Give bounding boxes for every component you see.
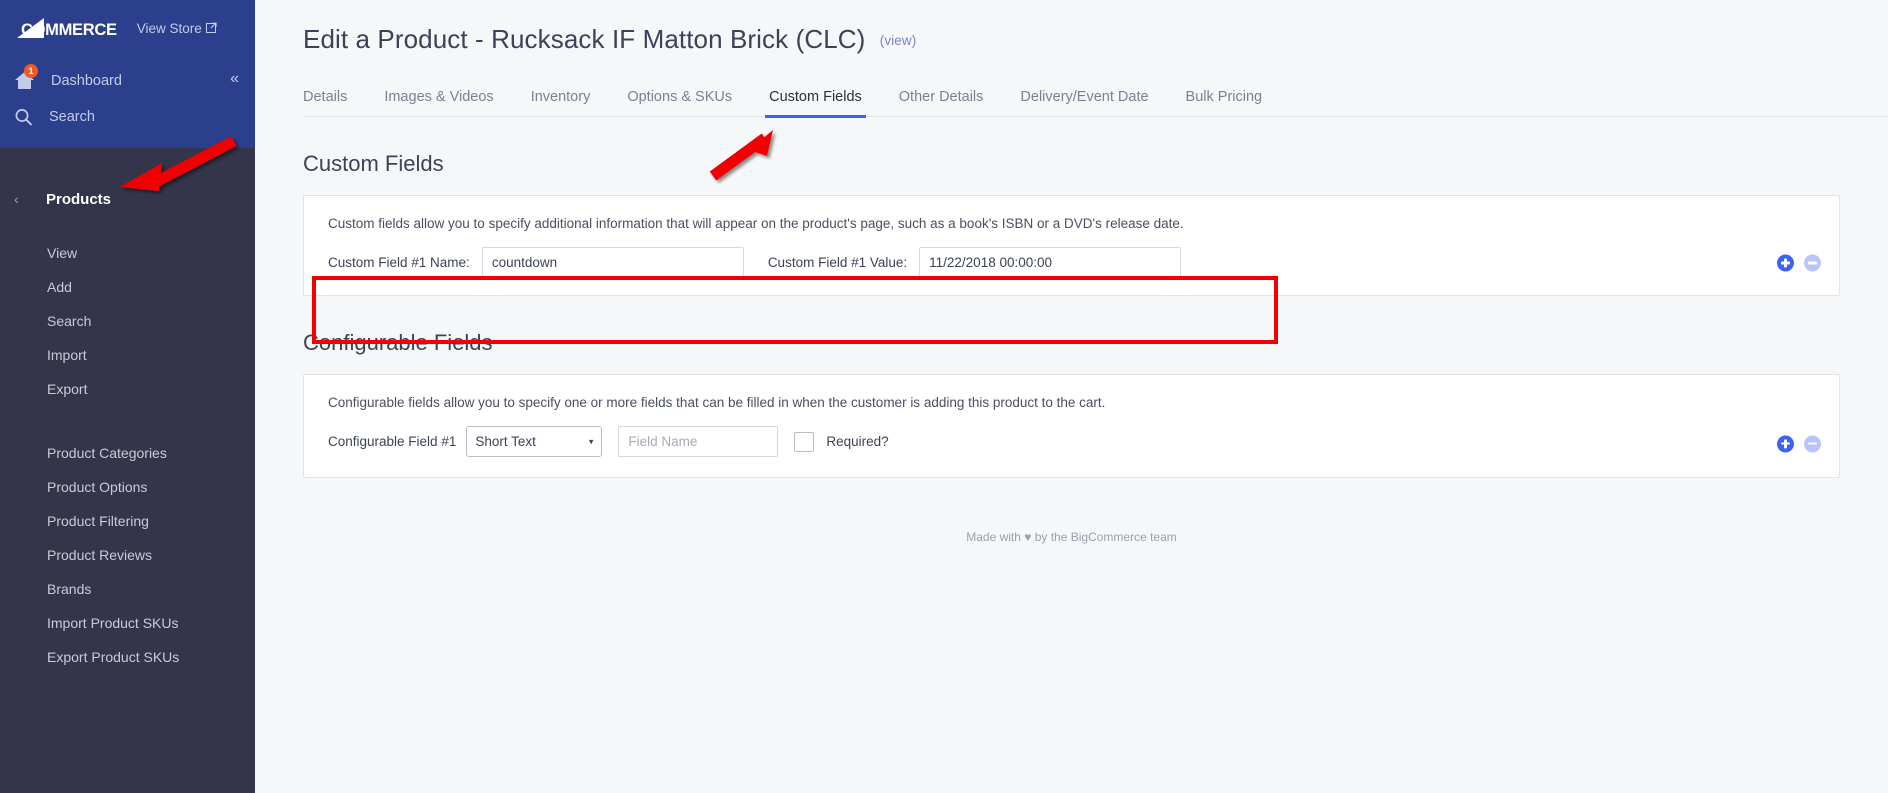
view-store-label: View Store (136, 21, 202, 36)
home-icon: 1 (14, 64, 38, 91)
view-product-link[interactable]: (view) (880, 33, 917, 48)
page-title-text: Edit a Product - Rucksack IF Matton Bric… (303, 24, 866, 54)
configurable-field-type-value: Short Text (475, 434, 536, 449)
custom-fields-description: Custom fields allow you to specify addit… (328, 216, 1184, 231)
sidebar-item-product-categories[interactable]: Product Categories (0, 436, 255, 470)
app-root: COMMERCE View Store 1 Dashboard « Search… (0, 0, 1888, 793)
tab-options-skus[interactable]: Options & SKUs (627, 89, 732, 116)
sidebar-item-label-dashboard: Dashboard (51, 73, 122, 89)
logo-text: COMMERCE (21, 20, 117, 39)
configurable-fields-description: Configurable fields allow you to specify… (328, 395, 1106, 410)
required-label: Required? (826, 434, 889, 449)
tab-delivery-event-date[interactable]: Delivery/Event Date (1020, 89, 1148, 116)
tab-bulk-pricing[interactable]: Bulk Pricing (1186, 89, 1263, 116)
plus-circle-icon[interactable] (1777, 254, 1794, 272)
sidebar: COMMERCE View Store 1 Dashboard « Search… (0, 0, 255, 793)
configurable-fields-panel: Configurable fields allow you to specify… (303, 374, 1840, 478)
custom-field-value-input[interactable] (919, 247, 1182, 277)
sidebar-item-brands[interactable]: Brands (0, 572, 255, 606)
minus-circle-icon[interactable] (1804, 435, 1821, 452)
configurable-field-row: Configurable Field #1 Short Text ▾ Requi… (304, 410, 1839, 477)
custom-field-name-label: Custom Field #1 Name: (328, 254, 470, 270)
sidebar-divider-gap (0, 406, 255, 436)
footer-suffix: by the BigCommerce team (1031, 530, 1177, 544)
tab-other-details[interactable]: Other Details (899, 89, 984, 116)
collapse-sidebar-icon[interactable]: « (230, 71, 239, 87)
sidebar-section-products[interactable]: ‹ Products (0, 184, 255, 214)
sidebar-item-product-filtering[interactable]: Product Filtering (0, 504, 255, 538)
sidebar-item-product-options[interactable]: Product Options (0, 470, 255, 504)
tab-details[interactable]: Details (303, 89, 347, 116)
sidebar-item-view[interactable]: View (0, 236, 255, 270)
configurable-field-row-actions (1777, 435, 1821, 452)
plus-circle-icon[interactable] (1777, 435, 1794, 452)
sidebar-item-search-products[interactable]: Search (0, 304, 255, 338)
configurable-field-name-input[interactable] (618, 426, 779, 457)
sidebar-list-secondary: Product Categories Product Options Produ… (0, 436, 255, 674)
configurable-field-label: Configurable Field #1 (328, 434, 457, 449)
custom-field-row: Custom Field #1 Name: Custom Field #1 Va… (304, 231, 1839, 295)
view-store-link[interactable]: View Store (137, 21, 217, 36)
sidebar-section-label: Products (46, 190, 112, 208)
sidebar-item-import-product-skus[interactable]: Import Product SKUs (0, 606, 255, 640)
custom-field-name-input[interactable] (481, 247, 744, 277)
footer-prefix: Made with (966, 530, 1025, 544)
tab-images-videos[interactable]: Images & Videos (384, 89, 493, 116)
back-caret-icon[interactable]: ‹ (14, 191, 36, 207)
sidebar-item-product-reviews[interactable]: Product Reviews (0, 538, 255, 572)
page-title: Edit a Product - Rucksack IF Matton Bric… (255, 0, 1888, 55)
tab-inventory[interactable]: Inventory (531, 89, 591, 116)
tab-custom-fields[interactable]: Custom Fields (765, 89, 866, 118)
footer-note: Made with ♥ by the BigCommerce team (255, 530, 1888, 544)
sidebar-item-export[interactable]: Export (0, 372, 255, 406)
sidebar-item-dashboard[interactable]: 1 Dashboard « (0, 64, 255, 98)
sidebar-header: COMMERCE View Store 1 Dashboard « Search (0, 0, 255, 148)
brand-row: COMMERCE View Store (0, 0, 255, 38)
minus-circle-icon[interactable] (1804, 254, 1821, 272)
main-content: Edit a Product - Rucksack IF Matton Bric… (255, 0, 1888, 793)
sidebar-list-primary: View Add Search Import Export (0, 236, 255, 406)
configurable-fields-heading: Configurable Fields (303, 330, 493, 355)
search-icon (14, 108, 34, 126)
custom-field-value-label: Custom Field #1 Value: (767, 254, 908, 270)
notification-badge: 1 (24, 64, 38, 78)
custom-field-row-actions (1777, 254, 1821, 272)
sidebar-item-import[interactable]: Import (0, 338, 255, 372)
required-checkbox[interactable] (794, 431, 815, 452)
bigcommerce-logo[interactable]: COMMERCE (14, 17, 141, 38)
chevron-down-icon: ▾ (588, 436, 594, 446)
custom-fields-heading: Custom Fields (303, 151, 444, 176)
custom-fields-panel: Custom fields allow you to specify addit… (303, 195, 1840, 296)
sidebar-item-add[interactable]: Add (0, 270, 255, 304)
sidebar-item-search[interactable]: Search (0, 102, 255, 132)
sidebar-item-export-product-skus[interactable]: Export Product SKUs (0, 640, 255, 674)
tab-bar: Details Images & Videos Inventory Option… (303, 83, 1888, 118)
sidebar-item-label-search: Search (49, 109, 95, 125)
external-link-icon (205, 21, 217, 36)
configurable-field-type-select[interactable]: Short Text ▾ (466, 426, 603, 457)
